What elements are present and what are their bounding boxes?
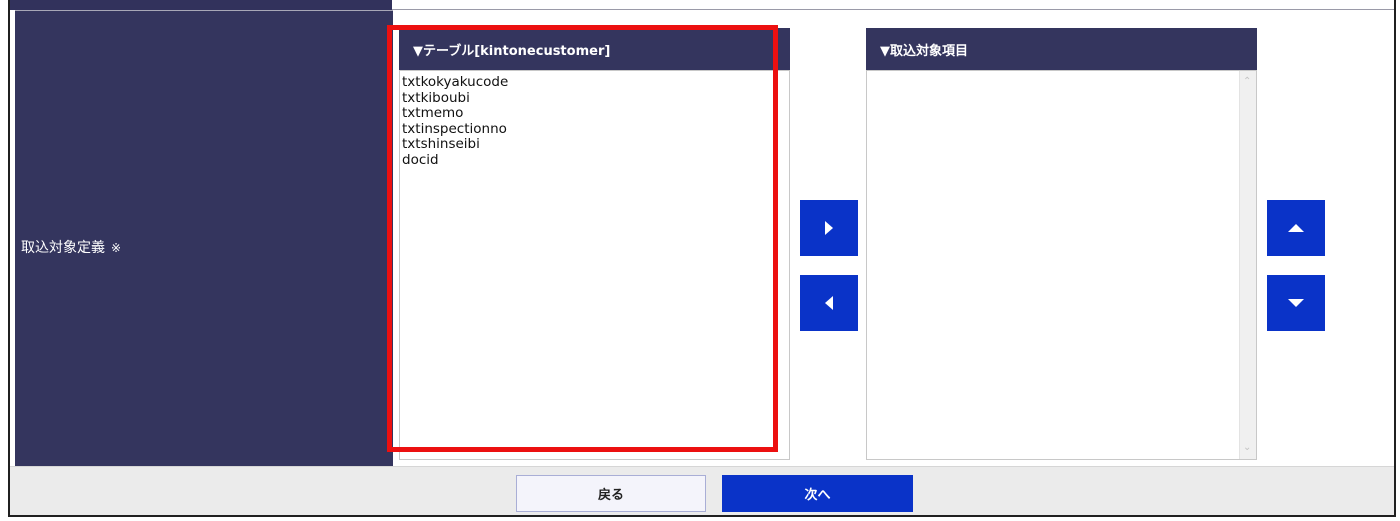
- scroll-up-icon[interactable]: ⌃: [1243, 77, 1251, 87]
- list-item[interactable]: txtshinseibi: [402, 136, 508, 153]
- top-divider: [392, 9, 1394, 10]
- source-list-panel: ▼テーブル[kintonecustomer] txtkokyakucode tx…: [399, 28, 790, 460]
- list-item[interactable]: txtmemo: [402, 105, 508, 122]
- scroll-down-icon[interactable]: ⌄: [1243, 443, 1251, 453]
- triangle-left-icon: [825, 296, 833, 310]
- back-button[interactable]: 戻る: [516, 475, 706, 512]
- target-list-panel: ▼取込対象項目 ⌃ ⌄: [866, 28, 1257, 460]
- triangle-right-icon: [825, 221, 833, 235]
- field-label: 取込対象定義 ※: [21, 237, 121, 257]
- required-mark: ※: [111, 241, 122, 255]
- list-item[interactable]: txtkiboubi: [402, 90, 508, 107]
- target-list-header: ▼取込対象項目: [866, 28, 1257, 70]
- add-item-button[interactable]: [800, 200, 858, 256]
- top-band: [10, 0, 392, 10]
- list-item[interactable]: docid: [402, 152, 508, 169]
- source-listbox[interactable]: txtkokyakucode txtkiboubi txtmemo txtins…: [399, 70, 790, 460]
- list-item[interactable]: txtkokyakucode: [402, 74, 508, 91]
- next-button[interactable]: 次へ: [722, 475, 913, 512]
- app-frame: 取込対象定義 ※ ▼テーブル[kintonecustomer] txtkokyak…: [8, 0, 1396, 517]
- triangle-up-icon: [1288, 224, 1304, 232]
- move-up-button[interactable]: [1267, 200, 1325, 256]
- triangle-down-icon: [1288, 299, 1304, 307]
- field-label-text: 取込対象定義: [21, 240, 105, 256]
- footer-bar: 戻る 次へ: [10, 466, 1394, 515]
- list-item[interactable]: txtinspectionno: [402, 121, 508, 138]
- target-listbox[interactable]: ⌃ ⌄: [866, 70, 1257, 460]
- move-down-button[interactable]: [1267, 275, 1325, 331]
- target-list-scrollbar[interactable]: ⌃ ⌄: [1239, 71, 1256, 459]
- field-label-cell: 取込対象定義 ※: [15, 10, 393, 467]
- source-item-list: txtkokyakucode txtkiboubi txtmemo txtins…: [402, 74, 508, 169]
- remove-item-button[interactable]: [800, 275, 858, 331]
- source-list-header: ▼テーブル[kintonecustomer]: [399, 28, 790, 70]
